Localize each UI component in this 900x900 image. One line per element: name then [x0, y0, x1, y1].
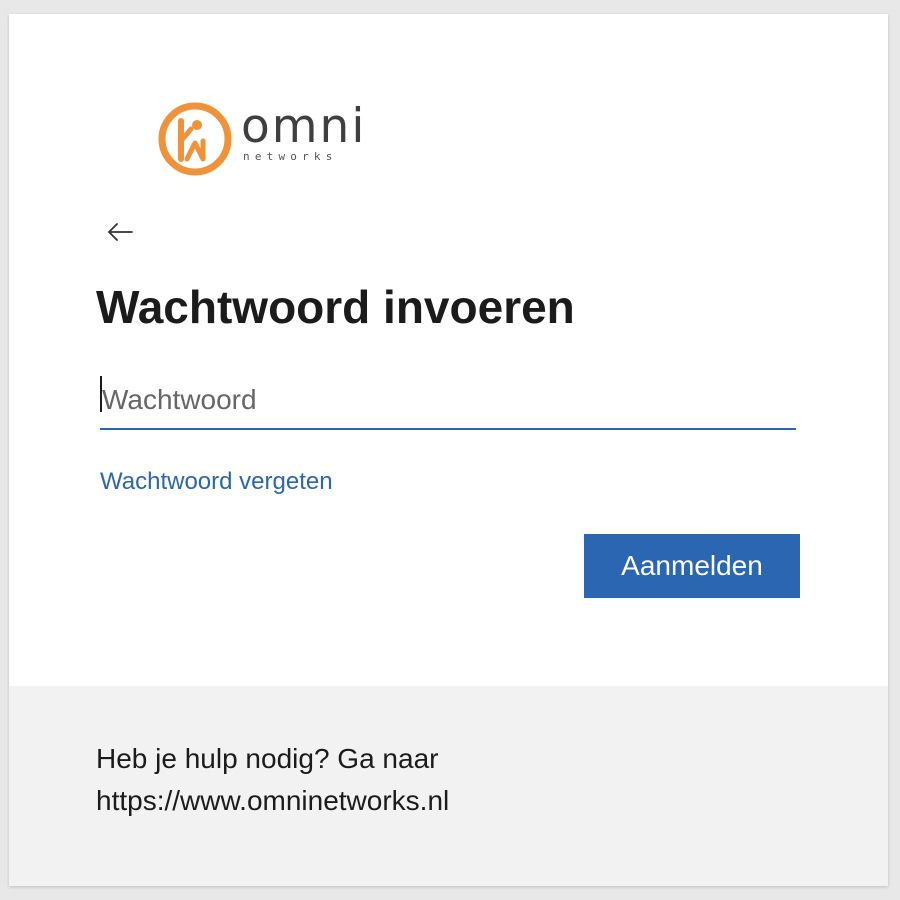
help-footer: Heb je hulp nodig? Ga naar https://www.o…	[9, 686, 888, 886]
logo-wordmark: omni	[241, 99, 367, 154]
omni-networks-logo: omni networks	[157, 101, 367, 177]
help-text: Heb je hulp nodig? Ga naar https://www.o…	[96, 738, 449, 822]
logo-subtitle: networks	[243, 150, 338, 163]
password-field[interactable]	[100, 372, 798, 430]
arrow-left-icon	[108, 223, 133, 241]
back-button[interactable]	[104, 216, 136, 248]
forgot-password-link[interactable]: Wachtwoord vergeten	[100, 468, 333, 496]
help-text-line1: Heb je hulp nodig? Ga naar	[96, 743, 439, 774]
sign-in-button[interactable]: Aanmelden	[584, 534, 800, 598]
sign-in-card: omni networks Wachtwoord invoeren Wachtw…	[9, 14, 888, 886]
page-title: Wachtwoord invoeren	[96, 281, 575, 333]
omni-logo-mark-icon	[158, 102, 232, 176]
help-text-line2: https://www.omninetworks.nl	[96, 785, 450, 816]
password-input[interactable]	[100, 372, 798, 428]
